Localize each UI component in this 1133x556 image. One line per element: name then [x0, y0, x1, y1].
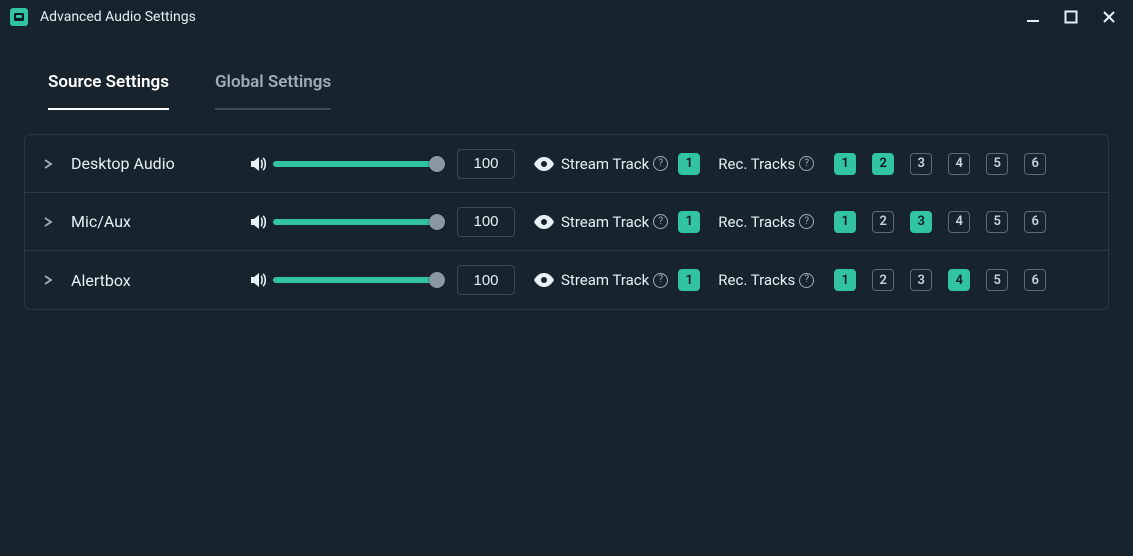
visibility-icon[interactable] [527, 157, 561, 171]
rec-tracks-text: Rec. Tracks [718, 155, 795, 173]
slider-thumb[interactable] [429, 156, 445, 172]
tab-global-settings[interactable]: Global Settings [215, 72, 331, 110]
window-controls [1025, 9, 1123, 25]
rec-track-chip[interactable]: 2 [872, 153, 894, 175]
rec-track-chip[interactable]: 3 [910, 153, 932, 175]
source-name: Desktop Audio [71, 154, 243, 173]
rec-track-chip[interactable]: 6 [1024, 211, 1046, 233]
close-button[interactable] [1101, 9, 1117, 25]
visibility-icon[interactable] [527, 215, 561, 229]
rec-track-chip[interactable]: 5 [986, 153, 1008, 175]
rec-tracks-label: Rec. Tracks ? [718, 271, 814, 289]
slider-thumb[interactable] [429, 272, 445, 288]
app-icon [10, 8, 28, 26]
volume-input[interactable] [457, 149, 515, 179]
volume-icon[interactable] [243, 154, 273, 174]
stream-track-label: Stream Track ? [561, 155, 668, 173]
help-icon[interactable]: ? [799, 214, 814, 229]
stream-track-label: Stream Track ? [561, 271, 668, 289]
stream-track-chip[interactable]: 1 [678, 153, 700, 175]
source-row: Mic/Aux Stream Track ? 1 Rec. Tracks ? [25, 193, 1108, 251]
rec-tracks-group: 1 2 3 4 5 6 [824, 211, 1046, 233]
source-name: Alertbox [71, 271, 243, 290]
rec-tracks-group: 1 2 3 4 5 6 [824, 153, 1046, 175]
source-row: Desktop Audio Stream Track ? 1 Rec. Trac… [25, 135, 1108, 193]
tab-source-settings[interactable]: Source Settings [48, 72, 169, 110]
rec-track-chip[interactable]: 5 [986, 269, 1008, 291]
help-icon[interactable]: ? [799, 156, 814, 171]
minimize-button[interactable] [1025, 9, 1041, 25]
help-icon[interactable]: ? [653, 156, 668, 171]
rec-track-chip[interactable]: 2 [872, 269, 894, 291]
rec-tracks-group: 1 2 3 4 5 6 [824, 269, 1046, 291]
stream-track-text: Stream Track [561, 155, 649, 173]
rec-tracks-text: Rec. Tracks [718, 213, 795, 231]
volume-input[interactable] [457, 265, 515, 295]
rec-track-chip[interactable]: 5 [986, 211, 1008, 233]
rec-track-chip[interactable]: 6 [1024, 269, 1046, 291]
source-name: Mic/Aux [71, 212, 243, 231]
stream-track-chip[interactable]: 1 [678, 211, 700, 233]
rec-track-chip[interactable]: 3 [910, 211, 932, 233]
volume-icon[interactable] [243, 270, 273, 290]
help-icon[interactable]: ? [799, 273, 814, 288]
sources-panel: Desktop Audio Stream Track ? 1 Rec. Trac… [24, 134, 1109, 310]
content: Source Settings Global Settings Desktop … [0, 34, 1133, 324]
help-icon[interactable]: ? [653, 273, 668, 288]
visibility-icon[interactable] [527, 273, 561, 287]
volume-slider[interactable] [273, 155, 441, 173]
titlebar: Advanced Audio Settings [0, 0, 1133, 34]
rec-track-chip[interactable]: 6 [1024, 153, 1046, 175]
maximize-button[interactable] [1063, 9, 1079, 25]
help-icon[interactable]: ? [653, 214, 668, 229]
expand-toggle[interactable] [43, 275, 71, 285]
expand-toggle[interactable] [43, 159, 71, 169]
stream-track-text: Stream Track [561, 213, 649, 231]
window-title: Advanced Audio Settings [40, 9, 1025, 25]
rec-track-chip[interactable]: 4 [948, 211, 970, 233]
rec-track-chip[interactable]: 4 [948, 153, 970, 175]
rec-tracks-text: Rec. Tracks [718, 271, 795, 289]
volume-icon[interactable] [243, 212, 273, 232]
rec-track-chip[interactable]: 3 [910, 269, 932, 291]
rec-track-chip[interactable]: 1 [834, 153, 856, 175]
rec-track-chip[interactable]: 2 [872, 211, 894, 233]
stream-track-label: Stream Track ? [561, 213, 668, 231]
source-row: Alertbox Stream Track ? 1 Rec. Tracks ? [25, 251, 1108, 309]
rec-track-chip[interactable]: 1 [834, 211, 856, 233]
tabs: Source Settings Global Settings [24, 48, 1109, 110]
rec-track-chip[interactable]: 1 [834, 269, 856, 291]
volume-input[interactable] [457, 207, 515, 237]
stream-track-text: Stream Track [561, 271, 649, 289]
slider-thumb[interactable] [429, 214, 445, 230]
expand-toggle[interactable] [43, 217, 71, 227]
stream-track-chip[interactable]: 1 [678, 269, 700, 291]
rec-tracks-label: Rec. Tracks ? [718, 155, 814, 173]
rec-track-chip[interactable]: 4 [948, 269, 970, 291]
volume-slider[interactable] [273, 213, 441, 231]
rec-tracks-label: Rec. Tracks ? [718, 213, 814, 231]
volume-slider[interactable] [273, 271, 441, 289]
